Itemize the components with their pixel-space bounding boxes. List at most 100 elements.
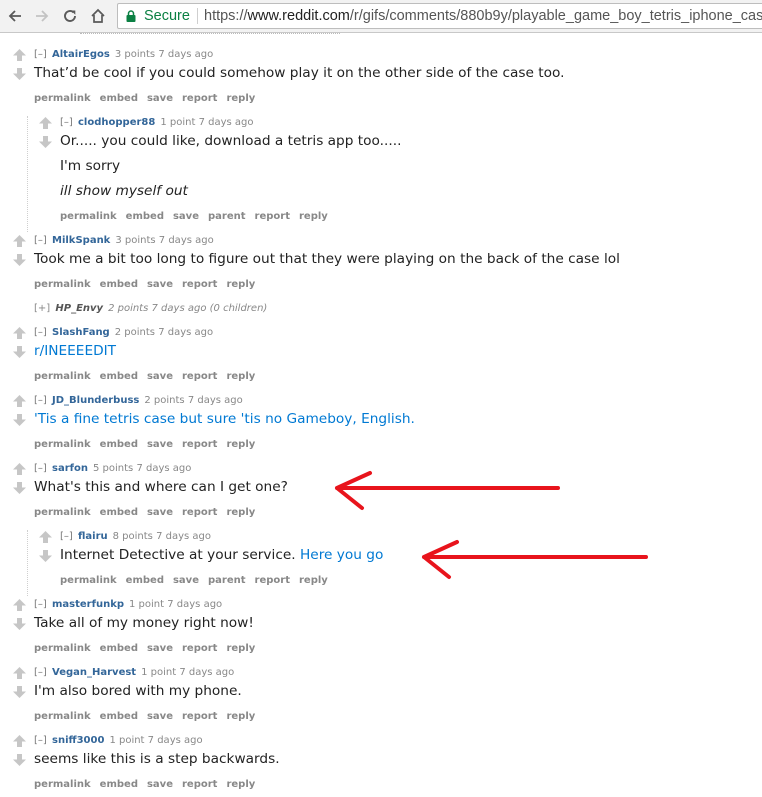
downvote-icon[interactable] bbox=[12, 481, 27, 495]
parent-button[interactable]: parent bbox=[208, 211, 246, 222]
embed-button[interactable]: embed bbox=[126, 211, 164, 222]
embed-button[interactable]: embed bbox=[100, 279, 138, 290]
reply-button[interactable]: reply bbox=[226, 93, 255, 104]
embed-button[interactable]: embed bbox=[100, 643, 138, 654]
upvote-icon[interactable] bbox=[12, 666, 27, 680]
reply-button[interactable]: reply bbox=[226, 779, 255, 790]
report-button[interactable]: report bbox=[182, 643, 217, 654]
embed-button[interactable]: embed bbox=[100, 439, 138, 450]
collapse-toggle[interactable]: [–] bbox=[34, 599, 47, 610]
downvote-icon[interactable] bbox=[12, 67, 27, 81]
permalink-button[interactable]: permalink bbox=[34, 93, 91, 104]
reply-button[interactable]: reply bbox=[299, 575, 328, 586]
comment-body-line[interactable]: r/INEEEEDIT bbox=[34, 342, 116, 360]
collapse-toggle[interactable]: [–] bbox=[34, 667, 47, 678]
upvote-icon[interactable] bbox=[12, 234, 27, 248]
report-button[interactable]: report bbox=[182, 93, 217, 104]
reload-button[interactable] bbox=[59, 5, 81, 27]
downvote-icon[interactable] bbox=[38, 549, 53, 563]
save-button[interactable]: save bbox=[147, 711, 173, 722]
permalink-button[interactable]: permalink bbox=[60, 211, 117, 222]
report-button[interactable]: report bbox=[182, 711, 217, 722]
comment-author[interactable]: MilkSpank bbox=[52, 235, 110, 246]
downvote-icon[interactable] bbox=[12, 617, 27, 631]
save-button[interactable]: save bbox=[147, 779, 173, 790]
save-button[interactable]: save bbox=[147, 279, 173, 290]
address-bar[interactable]: Secure https://www.reddit.com/r/gifs/com… bbox=[117, 3, 762, 29]
forward-button[interactable] bbox=[31, 5, 53, 27]
comment-author[interactable]: masterfunkp bbox=[52, 599, 124, 610]
url-text[interactable]: https://www.reddit.com/r/gifs/comments/8… bbox=[204, 4, 762, 28]
save-button[interactable]: save bbox=[147, 439, 173, 450]
permalink-button[interactable]: permalink bbox=[34, 643, 91, 654]
downvote-icon[interactable] bbox=[12, 253, 27, 267]
downvote-icon[interactable] bbox=[12, 413, 27, 427]
upvote-icon[interactable] bbox=[12, 326, 27, 340]
comment-author[interactable]: HP_Envy bbox=[55, 303, 103, 314]
reply-button[interactable]: reply bbox=[226, 439, 255, 450]
collapse-toggle[interactable]: [–] bbox=[34, 735, 47, 746]
collapse-toggle[interactable]: [–] bbox=[34, 49, 47, 60]
collapse-toggle[interactable]: [–] bbox=[60, 117, 73, 128]
downvote-icon[interactable] bbox=[12, 753, 27, 767]
upvote-icon[interactable] bbox=[12, 394, 27, 408]
upvote-icon[interactable] bbox=[12, 598, 27, 612]
upvote-icon[interactable] bbox=[12, 734, 27, 748]
save-button[interactable]: save bbox=[173, 211, 199, 222]
permalink-button[interactable]: permalink bbox=[34, 779, 91, 790]
permalink-button[interactable]: permalink bbox=[34, 439, 91, 450]
report-button[interactable]: report bbox=[182, 507, 217, 518]
reply-button[interactable]: reply bbox=[226, 279, 255, 290]
permalink-button[interactable]: permalink bbox=[34, 279, 91, 290]
comment-link[interactable]: Here you go bbox=[300, 547, 383, 563]
expand-toggle[interactable]: [+] bbox=[34, 303, 50, 314]
embed-button[interactable]: embed bbox=[100, 779, 138, 790]
embed-button[interactable]: embed bbox=[100, 371, 138, 382]
upvote-icon[interactable] bbox=[38, 530, 53, 544]
embed-button[interactable]: embed bbox=[100, 93, 138, 104]
upvote-icon[interactable] bbox=[12, 48, 27, 62]
save-button[interactable]: save bbox=[147, 507, 173, 518]
comment-author[interactable]: AltairEgos bbox=[52, 49, 110, 60]
embed-button[interactable]: embed bbox=[126, 575, 164, 586]
comment-body-line[interactable]: 'Tis a fine tetris case but sure 'tis no… bbox=[34, 410, 415, 428]
report-button[interactable]: report bbox=[255, 211, 290, 222]
comment-author[interactable]: sniff3000 bbox=[52, 735, 104, 746]
back-button[interactable] bbox=[4, 5, 26, 27]
reply-button[interactable]: reply bbox=[226, 711, 255, 722]
comment-author[interactable]: flairu bbox=[78, 531, 108, 542]
embed-button[interactable]: embed bbox=[100, 507, 138, 518]
embed-button[interactable]: embed bbox=[100, 711, 138, 722]
parent-button[interactable]: parent bbox=[208, 575, 246, 586]
upvote-icon[interactable] bbox=[38, 116, 53, 130]
reply-button[interactable]: reply bbox=[299, 211, 328, 222]
save-button[interactable]: save bbox=[147, 643, 173, 654]
collapse-toggle[interactable]: [–] bbox=[34, 463, 47, 474]
report-button[interactable]: report bbox=[182, 279, 217, 290]
collapse-toggle[interactable]: [–] bbox=[60, 531, 73, 542]
reply-button[interactable]: reply bbox=[226, 371, 255, 382]
reply-button[interactable]: reply bbox=[226, 507, 255, 518]
downvote-icon[interactable] bbox=[12, 685, 27, 699]
permalink-button[interactable]: permalink bbox=[34, 711, 91, 722]
save-button[interactable]: save bbox=[147, 93, 173, 104]
save-button[interactable]: save bbox=[173, 575, 199, 586]
report-button[interactable]: report bbox=[255, 575, 290, 586]
comment-author[interactable]: clodhopper88 bbox=[78, 117, 155, 128]
collapse-toggle[interactable]: [–] bbox=[34, 235, 47, 246]
comment-author[interactable]: SlashFang bbox=[52, 327, 110, 338]
permalink-button[interactable]: permalink bbox=[60, 575, 117, 586]
upvote-icon[interactable] bbox=[12, 462, 27, 476]
downvote-icon[interactable] bbox=[38, 135, 53, 149]
collapse-toggle[interactable]: [–] bbox=[34, 395, 47, 406]
permalink-button[interactable]: permalink bbox=[34, 507, 91, 518]
reply-button[interactable]: reply bbox=[226, 643, 255, 654]
home-button[interactable] bbox=[87, 5, 109, 27]
downvote-icon[interactable] bbox=[12, 345, 27, 359]
comment-author[interactable]: JD_Blunderbuss bbox=[52, 395, 139, 406]
report-button[interactable]: report bbox=[182, 439, 217, 450]
comment-author[interactable]: Vegan_Harvest bbox=[52, 667, 136, 678]
save-button[interactable]: save bbox=[147, 371, 173, 382]
report-button[interactable]: report bbox=[182, 371, 217, 382]
comment-author[interactable]: sarfon bbox=[52, 463, 88, 474]
